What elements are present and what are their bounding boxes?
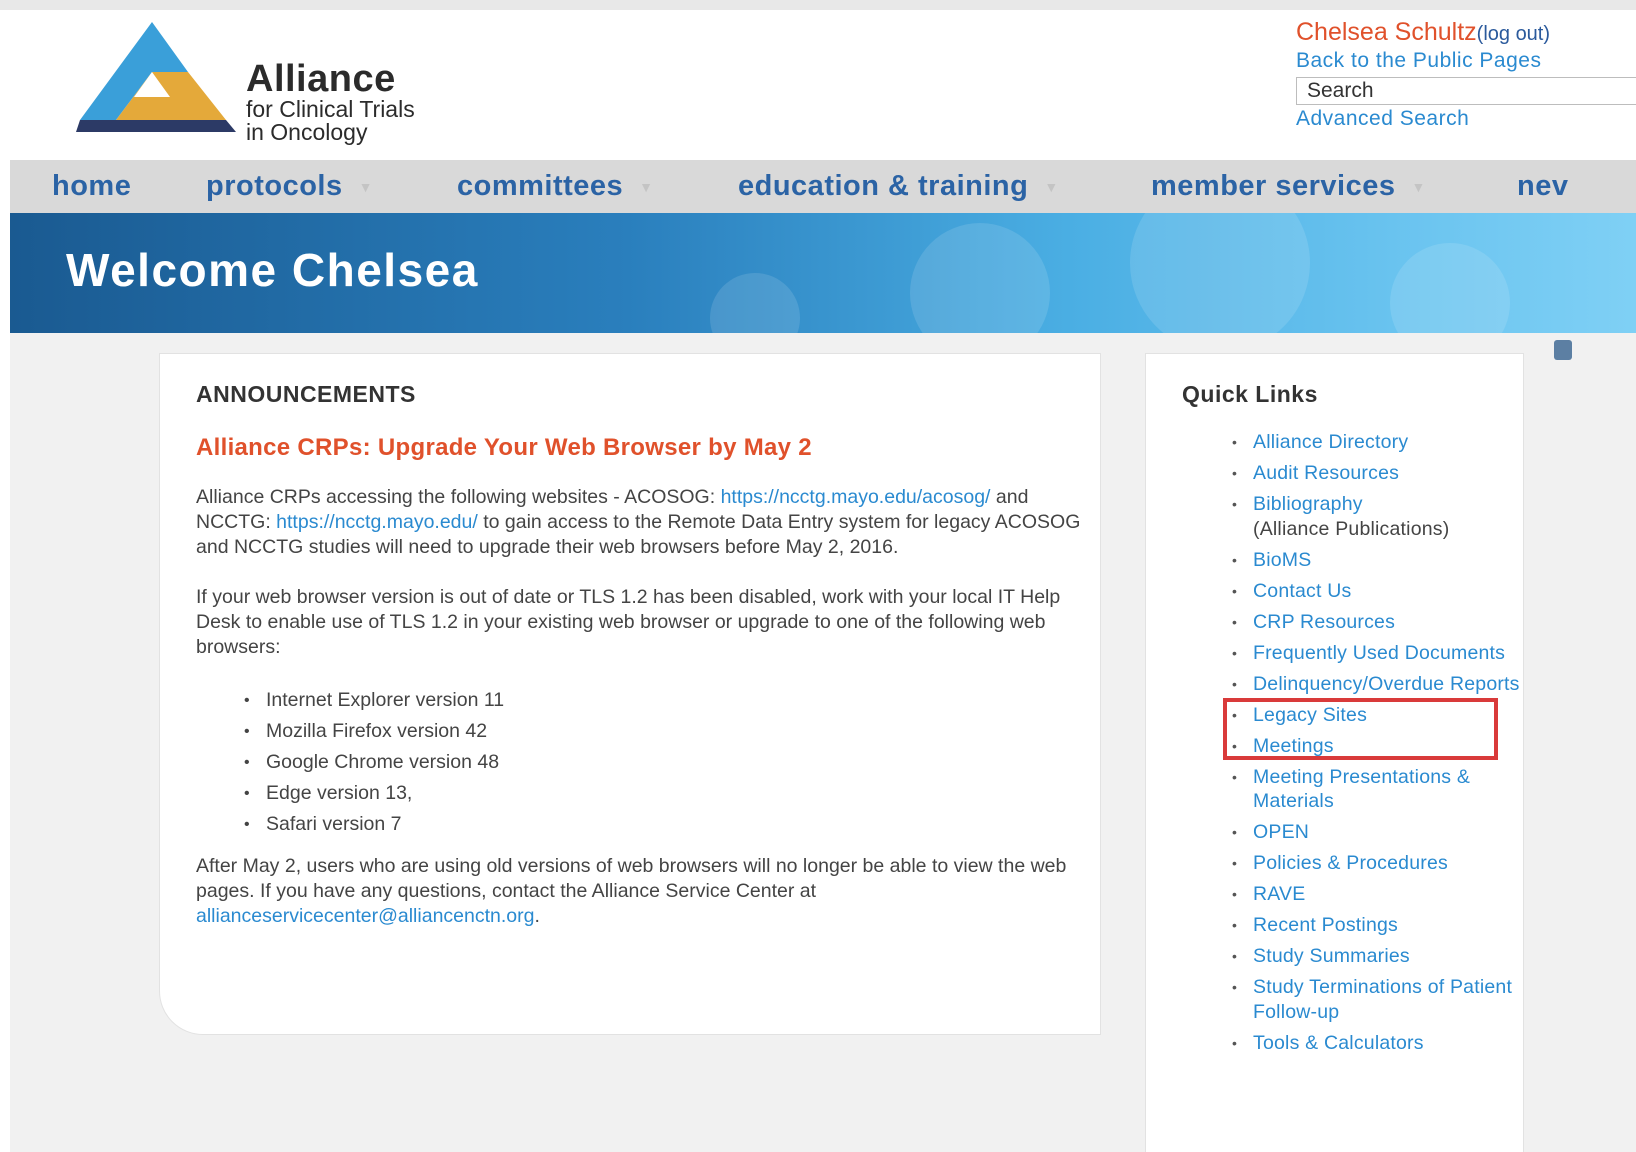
browser-list: Internet Explorer version 11 Mozilla Fir… (196, 685, 1086, 840)
nav-item-label: member services (1151, 170, 1396, 202)
banner-bokeh (910, 223, 1050, 333)
logo-sub-text-1: for Clinical Trials (246, 96, 415, 122)
chevron-down-icon: ▼ (1044, 178, 1059, 195)
ncctg-link[interactable]: https://ncctg.mayo.edu/ (276, 511, 478, 533)
advanced-search-link[interactable]: Advanced Search (1296, 107, 1636, 131)
quick-link-bioms[interactable]: BioMS (1232, 548, 1522, 573)
public-pages-link[interactable]: Back to the Public Pages (1296, 49, 1636, 73)
quick-link-bibliography[interactable]: Bibliography(Alliance Publications) (1232, 492, 1522, 541)
nav-item-label: committees (457, 170, 624, 202)
logo-sub-text-2: in Oncology (246, 119, 368, 145)
chevron-down-icon: ▼ (1411, 178, 1426, 195)
quick-link-note: (Alliance Publications) (1253, 517, 1450, 540)
announcement-paragraph-3: After May 2, users who are using old ver… (196, 854, 1086, 929)
user-box: Chelsea Schultz(log out) Back to the Pub… (1296, 18, 1636, 131)
search-input[interactable] (1296, 77, 1636, 105)
chevron-down-icon: ▼ (358, 178, 373, 195)
window-top-strip (0, 0, 1636, 10)
quick-links-list: Alliance Directory Audit Resources Bibli… (1232, 430, 1522, 1062)
browser-list-item: Mozilla Firefox version 42 (244, 716, 1086, 747)
announcement-text: Alliance CRPs accessing the following we… (196, 486, 716, 508)
nav-item-label: nev (1517, 170, 1569, 202)
announcement-body: Alliance CRPs accessing the following we… (196, 485, 1086, 954)
announcement-text: . (534, 905, 540, 927)
welcome-title: Welcome Chelsea (66, 244, 479, 296)
chevron-down-icon: ▼ (639, 178, 654, 195)
acosog-link[interactable]: https://ncctg.mayo.edu/acosog/ (721, 486, 991, 508)
logo-text: Alliance for Clinical Trials in Oncology (246, 60, 415, 144)
announcement-title[interactable]: Alliance CRPs: Upgrade Your Web Browser … (196, 434, 812, 462)
logo-main-text: Alliance (246, 58, 396, 100)
site-header: Alliance for Clinical Trials in Oncology… (10, 10, 1636, 160)
quick-link-crp-resources[interactable]: CRP Resources (1232, 610, 1522, 635)
quick-link-legacy-sites[interactable]: Legacy Sites (1232, 703, 1522, 728)
quick-link-contact-us[interactable]: Contact Us (1232, 579, 1522, 604)
main-nav: home protocols ▼ committees ▼ education & … (10, 160, 1636, 213)
browser-list-item: Internet Explorer version 11 (244, 685, 1086, 716)
quick-link-label: Bibliography (1253, 493, 1363, 515)
service-center-email-link[interactable]: allianceservicecenter@alliancenctn.org (196, 905, 534, 927)
quick-link-recent-postings[interactable]: Recent Postings (1232, 913, 1522, 938)
quick-link-meetings[interactable]: Meetings (1232, 734, 1522, 759)
page-frame: Alliance for Clinical Trials in Oncology… (10, 10, 1636, 1152)
printer-icon[interactable] (1554, 340, 1572, 360)
quick-links-heading: Quick Links (1182, 381, 1318, 407)
banner-bokeh (1390, 243, 1510, 333)
quick-link-meeting-presentations[interactable]: Meeting Presentations & Materials (1232, 765, 1522, 814)
browser-list-item: Edge version 13, (244, 778, 1086, 809)
welcome-banner: Welcome Chelsea (10, 213, 1636, 333)
quick-link-study-terminations[interactable]: Study Terminations of Patient Follow-up (1232, 975, 1522, 1024)
nav-item-member-services[interactable]: member services ▼ (1151, 160, 1426, 213)
quick-link-delinquency-overdue-reports[interactable]: Delinquency/Overdue Reports (1232, 672, 1522, 697)
nav-item-label: education & training (738, 170, 1029, 202)
quick-link-alliance-directory[interactable]: Alliance Directory (1232, 430, 1522, 455)
alliance-logo[interactable]: Alliance for Clinical Trials in Oncology (76, 22, 456, 148)
nav-item-education-training[interactable]: education & training ▼ (738, 160, 1059, 213)
quick-link-policies-procedures[interactable]: Policies & Procedures (1232, 851, 1522, 876)
logout-link[interactable]: (log out) (1477, 23, 1550, 45)
nav-item-home[interactable]: home (52, 160, 131, 213)
banner-bokeh (1130, 213, 1310, 333)
nav-item-label: protocols (206, 170, 343, 202)
logo-triangle-icon (76, 22, 236, 132)
quick-link-audit-resources[interactable]: Audit Resources (1232, 461, 1522, 486)
nav-item-protocols[interactable]: protocols ▼ (206, 160, 373, 213)
announcement-text: After May 2, users who are using old ver… (196, 855, 1067, 902)
banner-bokeh (710, 273, 800, 333)
announcement-paragraph-1: Alliance CRPs accessing the following we… (196, 485, 1086, 560)
quick-link-frequently-used-documents[interactable]: Frequently Used Documents (1232, 641, 1522, 666)
quick-links-card: Quick Links Alliance Directory Audit Res… (1145, 353, 1524, 1152)
browser-list-item: Google Chrome version 48 (244, 747, 1086, 778)
quick-link-study-summaries[interactable]: Study Summaries (1232, 944, 1522, 969)
announcements-card: ANNOUNCEMENTS Alliance CRPs: Upgrade You… (159, 353, 1101, 1035)
nav-item-committees[interactable]: committees ▼ (457, 160, 654, 213)
quick-link-rave[interactable]: RAVE (1232, 882, 1522, 907)
announcement-paragraph-2: If your web browser version is out of da… (196, 586, 1061, 658)
nav-item-label: home (52, 170, 132, 202)
quick-link-tools-calculators[interactable]: Tools & Calculators (1232, 1031, 1522, 1056)
announcements-heading: ANNOUNCEMENTS (196, 381, 416, 407)
quick-link-open[interactable]: OPEN (1232, 820, 1522, 845)
browser-list-item: Safari version 7 (244, 809, 1086, 840)
user-name: Chelsea Schultz (1296, 18, 1477, 46)
nav-item-news[interactable]: nev (1517, 160, 1568, 213)
